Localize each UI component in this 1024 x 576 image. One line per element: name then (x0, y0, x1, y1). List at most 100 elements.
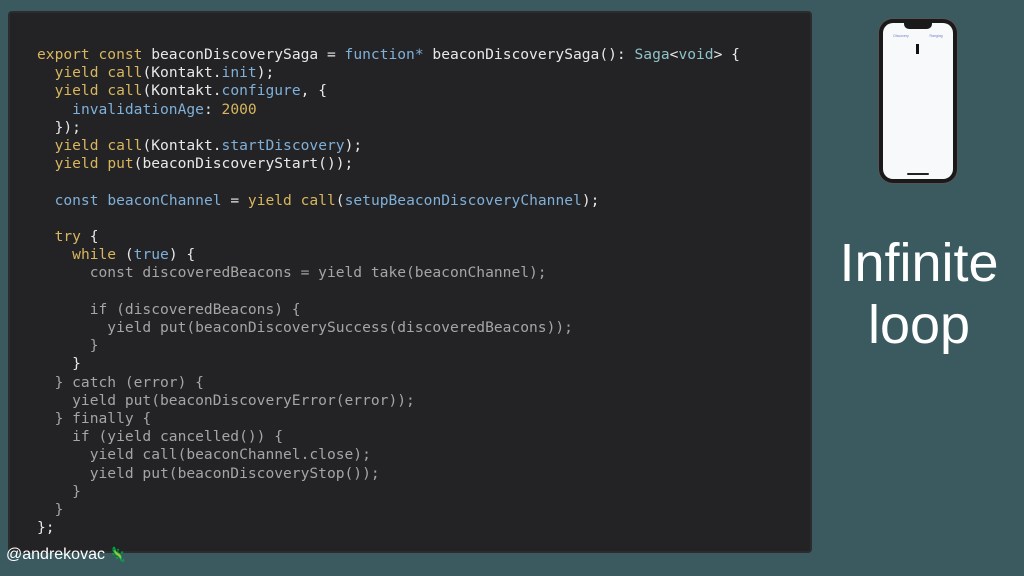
code-token: ); (344, 137, 363, 155)
code-line: try { (37, 228, 99, 245)
code-line: }; (37, 519, 55, 536)
code-token: yield call(beaconChannel.close); (37, 446, 371, 464)
code-token: call (107, 137, 143, 155)
code-token: yield put(beaconDiscoveryError(error)); (37, 391, 415, 409)
code-line: export const beaconDiscoverySaga = funct… (37, 46, 740, 63)
code-line: } (37, 337, 99, 354)
code-token: Saga (634, 46, 670, 63)
code-line: yield put(beaconDiscoveryStop()); (37, 465, 380, 482)
code-token: configure (221, 82, 301, 100)
author-handle: @andrekovac (6, 546, 105, 563)
code-token: put (107, 155, 134, 173)
code-token: , { (300, 82, 327, 100)
code-token: }); (37, 118, 81, 136)
code-line: } (37, 355, 81, 372)
code-token: beaconDiscoverySaga = (142, 46, 345, 63)
code-token: yield (247, 191, 292, 209)
code-token: const (98, 46, 143, 63)
slide-title-line-2: loop (867, 295, 971, 355)
code-line: } (37, 501, 64, 519)
code-line: if (discoveredBeacons) { (37, 301, 301, 318)
author-footer: @andrekovac 🦎 (6, 546, 127, 564)
code-token: yield put(beaconDiscoveryStop()); (37, 464, 380, 482)
code-token: (Kontakt. (142, 137, 222, 155)
code-token: } (37, 482, 81, 500)
code-token: yield put(beaconDiscoverySuccess(discove… (37, 319, 573, 337)
code-token: yield (54, 137, 99, 155)
code-token: (Kontakt. (142, 82, 222, 100)
code-token: const (54, 191, 99, 209)
tab-ranging[interactable]: Ranging (930, 34, 943, 38)
code-token: ) { (168, 246, 196, 264)
loading-indicator (916, 44, 919, 54)
code-token: const discoveredBeacons = yield take(bea… (37, 264, 547, 282)
code-line: yield call(Kontakt.init); (37, 64, 275, 82)
code-line: if (yield cancelled()) { (37, 428, 283, 445)
code-line: yield call(beaconChannel.close); (37, 446, 371, 463)
code-token: setupBeaconDiscoveryChannel (344, 191, 582, 209)
code-token: void (678, 46, 714, 63)
code-token: true (133, 246, 169, 264)
lizard-icon: 🦎 (109, 546, 127, 562)
code-token: try (54, 228, 81, 246)
code-line: yield call(Kontakt.startDiscovery); (37, 137, 363, 155)
code-token: ); (581, 191, 600, 209)
code-line: yield put(beaconDiscoveryError(error)); (37, 392, 415, 409)
code-token: } (37, 501, 64, 519)
code-token: } (37, 337, 99, 355)
code-line: yield call(Kontakt.configure, { (37, 82, 327, 99)
code-token: : (203, 100, 222, 118)
code-token: ( (116, 246, 134, 264)
code-token: call (300, 191, 336, 209)
code-line: invalidationAge: 2000 (37, 101, 257, 118)
phone-screen: Discovery Ranging (883, 23, 953, 179)
tab-discovery[interactable]: Discovery (893, 34, 908, 38)
code-line: const discoveredBeacons = yield take(bea… (37, 264, 547, 281)
code-token: (Kontakt. (142, 64, 222, 82)
code-token: } finally { (37, 410, 152, 428)
code-token: invalidationAge (72, 100, 204, 118)
code-token: startDiscovery (221, 137, 345, 155)
code-token: function* (344, 46, 424, 63)
phone-notch (904, 23, 932, 29)
code-token: yield (54, 82, 99, 100)
slide-title: Infinite loop (826, 232, 1012, 356)
code-token: = (221, 191, 248, 209)
code-token: if (yield cancelled()) { (37, 428, 284, 446)
code-token: while (72, 246, 117, 264)
code-line: while (true) { (37, 246, 195, 263)
code-line: } (37, 483, 81, 500)
code-token: ); (256, 64, 275, 82)
code-line: const beaconChannel = yield call(setupBe… (37, 191, 600, 209)
phone-tabbar: Discovery Ranging (883, 31, 953, 40)
code-token: > { (713, 46, 740, 63)
code-token: beaconChannel (107, 191, 222, 209)
code-line: yield put(beaconDiscoveryStart()); (37, 155, 354, 173)
code-block: export const beaconDiscoverySaga = funct… (37, 46, 740, 537)
code-token: yield (54, 64, 99, 82)
code-token: init (221, 64, 257, 82)
code-token: beaconDiscoverySaga(): (423, 46, 635, 63)
code-line: } finally { (37, 410, 152, 428)
code-token: export (37, 46, 90, 63)
code-token: { (80, 228, 99, 246)
code-line: yield put(beaconDiscoverySuccess(discove… (37, 319, 573, 336)
slide-title-line-1: Infinite (839, 233, 999, 293)
code-token: } (37, 355, 81, 373)
home-indicator (907, 173, 929, 175)
code-token: 2000 (221, 100, 257, 118)
